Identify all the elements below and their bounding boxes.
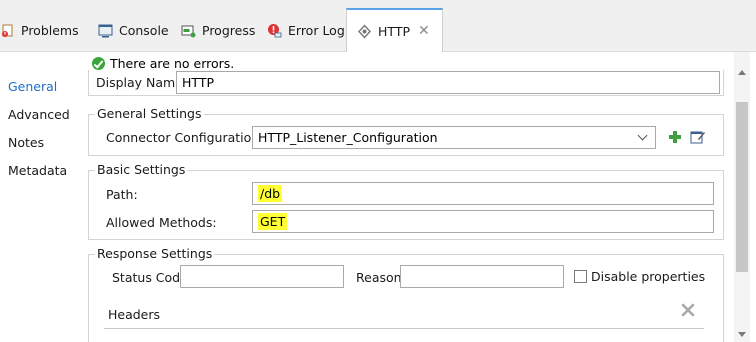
check-circle-icon xyxy=(92,57,105,70)
headers-divider xyxy=(104,328,704,329)
tab-label: Error Log xyxy=(288,22,345,38)
status-text: There are no errors. xyxy=(110,56,235,71)
connector-configuration-value: HTTP_Listener_Configuration xyxy=(258,130,438,145)
disable-properties-checkbox[interactable] xyxy=(574,270,587,283)
status-message: There are no errors. xyxy=(92,56,234,71)
tab-problems[interactable]: Problems xyxy=(0,10,79,50)
response-settings-title: Response Settings xyxy=(95,246,215,261)
display-name-value: HTTP xyxy=(182,75,214,90)
reason-label: Reason: xyxy=(356,270,406,285)
path-input[interactable]: /db xyxy=(252,182,714,205)
chevron-down-icon xyxy=(637,130,648,141)
tab-console[interactable]: Console xyxy=(98,10,169,50)
error-log-icon xyxy=(267,23,282,38)
tab-progress[interactable]: Progress xyxy=(181,10,255,50)
tab-label: Console xyxy=(119,22,169,38)
tab-label: Progress xyxy=(202,22,256,38)
path-label: Path: xyxy=(106,187,138,202)
view-tab-bar: Problems Console Progress Error Log HTTP… xyxy=(0,0,756,52)
allowed-methods-label: Allowed Methods: xyxy=(106,215,217,230)
add-icon[interactable] xyxy=(668,130,682,144)
display-name-input[interactable]: HTTP xyxy=(176,71,720,94)
connector-configuration-select[interactable]: HTTP_Listener_Configuration xyxy=(252,126,656,149)
tab-label: Problems xyxy=(21,22,79,38)
close-icon[interactable]: ✕ xyxy=(418,23,430,39)
remove-icon[interactable] xyxy=(680,302,696,318)
allowed-methods-input[interactable]: GET xyxy=(252,210,714,233)
nav-item-advanced[interactable]: Advanced xyxy=(8,107,70,122)
problems-icon xyxy=(0,23,15,38)
progress-icon xyxy=(181,23,196,38)
scroll-down-icon[interactable] xyxy=(738,332,746,337)
nav-item-metadata[interactable]: Metadata xyxy=(8,163,67,178)
properties-nav: General Advanced Notes Metadata xyxy=(0,52,86,342)
nav-item-notes[interactable]: Notes xyxy=(8,135,44,150)
scrollbar-thumb[interactable] xyxy=(736,102,748,272)
path-value: /db xyxy=(258,185,283,202)
tab-label: HTTP xyxy=(378,23,410,39)
allowed-methods-value: GET xyxy=(258,213,288,230)
tab-http[interactable]: HTTP ✕ xyxy=(346,8,443,52)
status-code-input[interactable] xyxy=(180,265,344,288)
disable-properties-label: Disable properties xyxy=(591,269,706,284)
general-settings-title: General Settings xyxy=(95,106,204,121)
edit-icon[interactable] xyxy=(690,129,706,145)
http-icon xyxy=(357,23,372,39)
tab-error-log[interactable]: Error Log xyxy=(267,10,345,50)
headers-label: Headers xyxy=(108,307,161,322)
vertical-scrollbar[interactable] xyxy=(734,52,750,342)
properties-panel: There are no errors. Display Name: HTTP … xyxy=(86,52,734,342)
reason-input[interactable] xyxy=(400,265,564,288)
console-icon xyxy=(98,23,113,38)
scroll-up-icon[interactable] xyxy=(738,70,746,75)
display-name-label: Display Name: xyxy=(96,75,188,90)
connector-configuration-label: Connector Configuration: xyxy=(106,130,264,145)
nav-item-general[interactable]: General xyxy=(8,79,57,94)
basic-settings-title: Basic Settings xyxy=(95,162,188,177)
